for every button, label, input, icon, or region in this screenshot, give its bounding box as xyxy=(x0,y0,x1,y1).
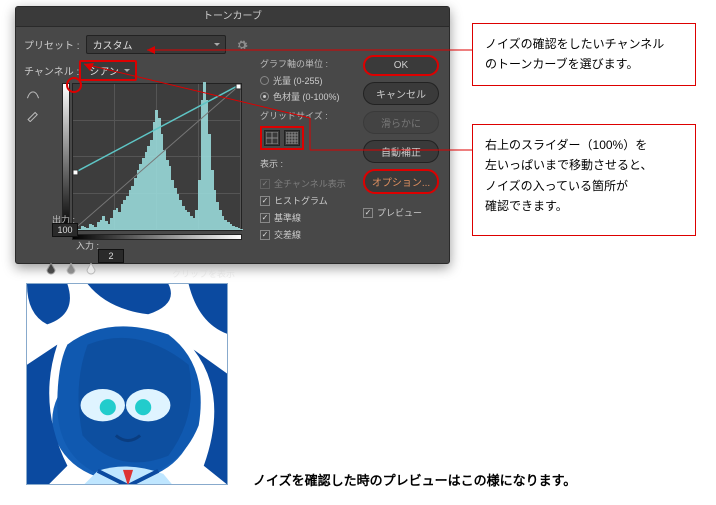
button-column: OK キャンセル 滑らかに 自動補正 オプション... ✓ プレビュー xyxy=(363,55,439,219)
smooth-button: 滑らかに xyxy=(363,111,439,134)
curve-tool-icon[interactable] xyxy=(24,87,42,101)
grid-coarse-button[interactable] xyxy=(264,130,280,146)
highlight-circle-icon xyxy=(65,76,83,94)
check-channel-overlay-label: 全チャンネル表示 xyxy=(274,177,346,190)
preview-image xyxy=(26,283,228,485)
display-options: グラフ軸の単位 : 光量 (0-255) 色材量 (0-100%) グリッドサイ… xyxy=(260,57,366,158)
output-value[interactable]: 100 xyxy=(52,223,78,237)
check-baseline[interactable]: ✓ 基準線 xyxy=(260,211,346,224)
curve-graph[interactable] xyxy=(72,83,242,231)
annotation-1-line-2: のトーンカーブを選びます。 xyxy=(485,54,683,74)
checkbox-icon: ✓ xyxy=(260,230,270,240)
preview-caption: ノイズを確認した時のプレビューはこの様になります。 xyxy=(253,470,576,489)
channel-select[interactable]: シアン xyxy=(79,60,137,81)
radio-icon xyxy=(260,92,269,101)
grid-size-label: グリッドサイズ : xyxy=(260,109,366,122)
radio-icon xyxy=(260,76,269,85)
check-baseline-label: 基準線 xyxy=(274,211,301,224)
curve-line xyxy=(73,84,241,230)
radio-pigment-label: 色材量 (0-100%) xyxy=(273,90,340,103)
tone-curve-dialog: トーンカーブ プリセット : カスタム チャンネル : シアン xyxy=(15,6,450,264)
grid-fine-button[interactable] xyxy=(284,130,300,146)
dialog-title: トーンカーブ xyxy=(16,7,449,27)
radio-light[interactable]: 光量 (0-255) xyxy=(260,74,366,87)
annotation-2-line-1: 右上のスライダー（100%）を xyxy=(485,135,683,155)
preview-check[interactable]: ✓ プレビュー xyxy=(363,206,439,219)
checkbox-icon: ✓ xyxy=(363,208,373,218)
curve-tools xyxy=(24,87,46,123)
preset-row: プリセット : カスタム xyxy=(24,35,441,54)
check-histogram-label: ヒストグラム xyxy=(274,194,328,207)
check-histogram[interactable]: ✓ ヒストグラム xyxy=(260,194,346,207)
input-label: 入力 : xyxy=(76,239,99,252)
annotation-2: 右上のスライダー（100%）を 左いっぱいまで移動させると、 ノイズの入っている… xyxy=(472,124,696,236)
preset-select[interactable]: カスタム xyxy=(86,35,226,54)
eyedropper-black-icon[interactable] xyxy=(46,263,56,275)
annotation-2-line-4: 確認できます。 xyxy=(485,196,683,216)
checkbox-icon: ✓ xyxy=(260,179,270,189)
eyedropper-row xyxy=(46,263,96,275)
preset-value: カスタム xyxy=(93,41,133,52)
ok-button[interactable]: OK xyxy=(363,55,439,76)
channel-value: シアン xyxy=(89,67,119,78)
show-label: 表示 : xyxy=(260,157,283,170)
preview-label: プレビュー xyxy=(377,206,422,219)
auto-correct-button[interactable]: 自動補正 xyxy=(363,140,439,163)
check-intersection-label: 交差線 xyxy=(274,228,301,241)
radio-light-label: 光量 (0-255) xyxy=(273,74,323,87)
cancel-button[interactable]: キャンセル xyxy=(363,82,439,105)
preset-label: プリセット : xyxy=(24,37,80,52)
checkbox-icon: ✓ xyxy=(260,196,270,206)
check-intersection[interactable]: ✓ 交差線 xyxy=(260,228,346,241)
checkbox-icon: ✓ xyxy=(260,213,270,223)
annotation-1: ノイズの確認をしたいチャンネル のトーンカーブを選びます。 xyxy=(472,23,696,86)
annotation-1-line-1: ノイズの確認をしたいチャンネル xyxy=(485,34,683,54)
gear-icon[interactable] xyxy=(236,39,248,51)
pencil-tool-icon[interactable] xyxy=(24,109,42,123)
output-gradient xyxy=(62,83,70,231)
eyedropper-white-icon[interactable] xyxy=(86,263,96,275)
grid-size-buttons xyxy=(260,126,304,150)
eyedropper-gray-icon[interactable] xyxy=(66,263,76,275)
dialog-body: プリセット : カスタム チャンネル : シアン xyxy=(16,27,449,93)
annotation-2-line-3: ノイズの入っている箇所が xyxy=(485,176,683,196)
clip-show-label: クリップを表示 xyxy=(172,267,235,280)
check-channel-overlay[interactable]: ✓ 全チャンネル表示 xyxy=(260,177,346,190)
annotation-2-line-2: 左いっぱいまで移動させると、 xyxy=(485,155,683,175)
options-button[interactable]: オプション... xyxy=(363,169,439,194)
radio-pigment[interactable]: 色材量 (0-100%) xyxy=(260,90,366,103)
show-checks: ✓ 全チャンネル表示 ✓ ヒストグラム ✓ 基準線 ✓ 交差線 xyxy=(260,177,346,245)
axis-unit-label: グラフ軸の単位 : xyxy=(260,57,366,70)
input-value[interactable]: 2 xyxy=(98,249,124,263)
